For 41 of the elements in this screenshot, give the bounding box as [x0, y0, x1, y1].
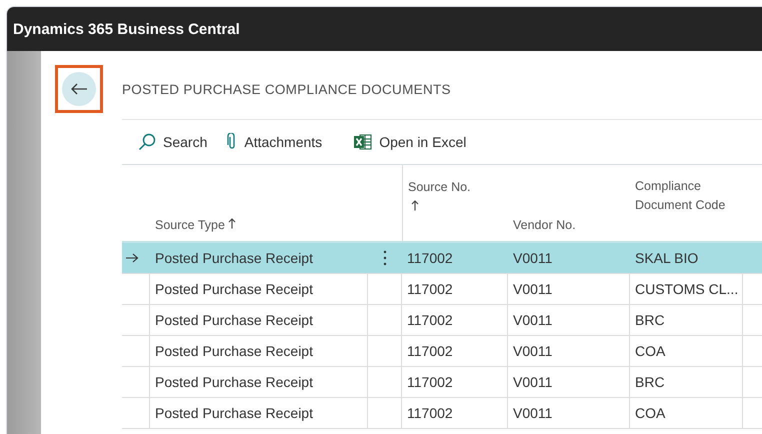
spreadsheet-icon	[354, 134, 372, 150]
table-cell: V0011	[513, 250, 552, 266]
table-cell: V0011	[513, 281, 552, 297]
table-cell: Posted Purchase Receipt	[155, 374, 313, 390]
selected-row[interactable]: Posted Purchase Receipt 117002 V0011 SKAL BIO	[122, 243, 762, 274]
table-cell: SKAL BIO	[635, 250, 698, 266]
row-arrow-icon	[125, 253, 139, 263]
table-cell: 117002	[407, 343, 453, 359]
table-cell: COA	[635, 405, 666, 421]
table-cell: 117002	[407, 374, 453, 390]
table-cell: Posted Purchase Receipt	[155, 343, 313, 359]
table-cell: 117002	[407, 281, 453, 297]
search-button[interactable]: Search	[134, 131, 212, 153]
table-cell: 117002	[407, 250, 453, 266]
table-cell: Posted Purchase Receipt	[155, 405, 313, 421]
table-cell: V0011	[513, 374, 552, 390]
table-cell: BRC	[635, 374, 665, 390]
table-cell: V0011	[513, 343, 552, 359]
column-header[interactable]: Source No.	[408, 177, 471, 197]
table-cell: BRC	[635, 312, 665, 328]
table-cell: V0011	[513, 312, 552, 328]
table-cell: Posted Purchase Receipt	[155, 281, 313, 297]
search-icon	[138, 133, 156, 151]
back-arrow-icon	[70, 83, 88, 95]
table-cell: Posted Purchase Receipt	[155, 250, 313, 266]
paperclip-icon	[227, 133, 238, 151]
table-cell: Posted Purchase Receipt	[155, 312, 313, 328]
column-header[interactable]: Vendor No.	[513, 215, 576, 235]
table-cell: 117002	[407, 312, 453, 328]
window-title: Dynamics 365 Business Central	[13, 20, 240, 38]
more-options-icon[interactable]	[382, 250, 386, 266]
table-cell: COA	[635, 343, 666, 359]
column-header[interactable]: Compliance Document Code	[635, 177, 743, 215]
table-cell: V0011	[513, 405, 552, 421]
excel-button[interactable]: Open in Excel	[350, 132, 470, 152]
attach-button[interactable]: Attachments	[223, 131, 326, 153]
table-cell: CUSTOMS CL...	[635, 281, 738, 297]
table-cell: 117002	[407, 405, 453, 421]
column-header[interactable]: Source Type	[155, 215, 225, 235]
back-button[interactable]	[62, 72, 96, 106]
page-title: POSTED PURCHASE COMPLIANCE DOCUMENTS	[122, 82, 451, 96]
